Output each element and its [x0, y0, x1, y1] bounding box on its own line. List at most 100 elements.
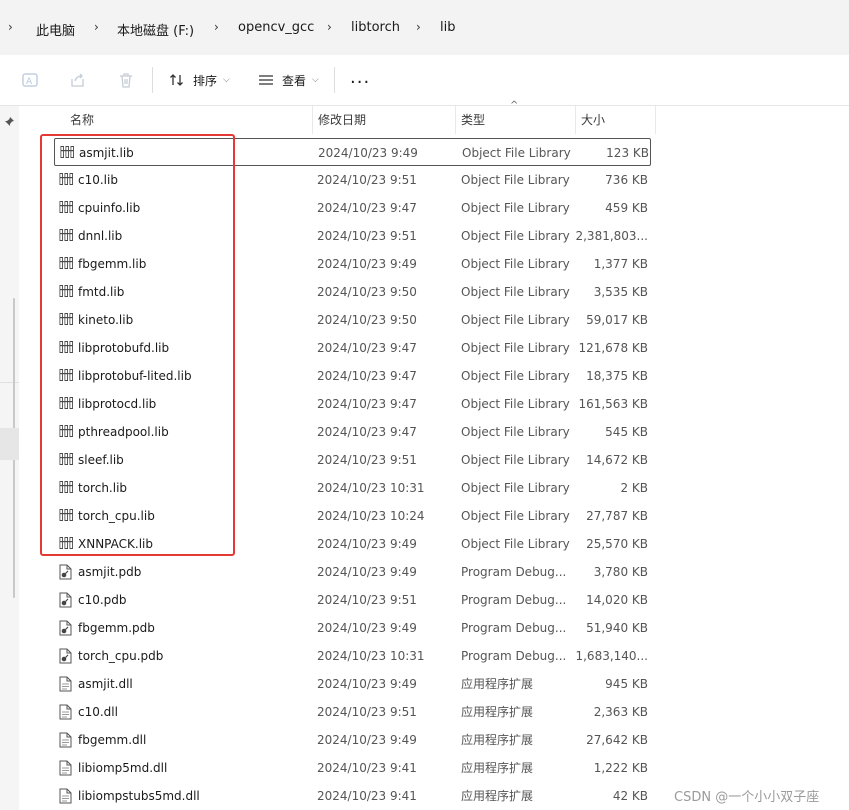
more-options-button[interactable]: ...: [350, 69, 370, 87]
file-date-modified: 2024/10/23 9:49: [318, 146, 418, 160]
nav-selected-item[interactable]: [0, 428, 19, 460]
file-size: 27,787 KB: [586, 509, 648, 523]
dll-icon: [59, 732, 74, 748]
share-icon[interactable]: [67, 69, 89, 91]
file-name: fbgemm.dll: [78, 733, 147, 747]
file-type: 应用程序扩展: [461, 733, 534, 747]
sort-icon: [169, 72, 185, 88]
file-size: 2,363 KB: [593, 705, 648, 719]
address-bar[interactable]: › 此电脑 › 本地磁盘 (F:) › opencv_gcc › libtorc…: [0, 0, 849, 55]
file-size: 3,535 KB: [593, 285, 648, 299]
file-name: libiomp5md.dll: [78, 761, 168, 775]
file-type: Program Debug...: [461, 565, 567, 579]
file-type: Object File Library: [461, 537, 570, 551]
column-divider[interactable]: [455, 106, 456, 134]
file-row[interactable]: libiomp5md.dll 2024/10/23 9:41 应用程序扩展 1,222…: [54, 754, 651, 782]
file-size: 25,570 KB: [586, 537, 648, 551]
file-row[interactable]: c10.dll 2024/10/23 9:51 应用程序扩展 2,363 KB: [54, 698, 651, 726]
file-size: 123 KB: [606, 146, 649, 160]
file-type: Object File Library: [461, 481, 570, 495]
file-row[interactable]: asmjit.pdb 2024/10/23 9:49 Program Debug..…: [54, 558, 651, 586]
file-date-modified: 2024/10/23 9:51: [317, 593, 417, 607]
file-type: Object File Library: [461, 285, 570, 299]
file-row[interactable]: asmjit.dll 2024/10/23 9:49 应用程序扩展 945 KB: [54, 670, 651, 698]
column-divider[interactable]: [312, 106, 313, 134]
file-size: 59,017 KB: [586, 313, 648, 327]
file-name: c10.dll: [78, 705, 118, 719]
sort-label: 排序: [193, 73, 218, 88]
column-divider[interactable]: [655, 106, 656, 134]
column-header-type[interactable]: 类型: [461, 106, 573, 134]
column-header-name[interactable]: 名称: [70, 106, 310, 134]
file-date-modified: 2024/10/23 9:51: [317, 229, 417, 243]
file-date-modified: 2024/10/23 9:47: [317, 369, 417, 383]
column-header-row: 名称 修改日期 类型 大小: [34, 106, 734, 134]
breadcrumb-item-drive-f[interactable]: 本地磁盘 (F:): [117, 20, 194, 39]
pin-icon[interactable]: [4, 116, 15, 130]
file-size: 2,381,803...: [575, 229, 648, 243]
file-size: 14,672 KB: [586, 453, 648, 467]
file-row[interactable]: libiompstubs5md.dll 2024/10/23 9:41 应用程序扩展…: [54, 782, 651, 810]
navigation-pane[interactable]: [0, 106, 19, 810]
chevron-down-icon: ⌵: [312, 75, 319, 85]
file-date-modified: 2024/10/23 10:31: [317, 481, 425, 495]
file-type: Object File Library: [461, 229, 570, 243]
breadcrumb-item-opencv-gcc[interactable]: opencv_gcc: [238, 20, 314, 35]
pdb-icon: [59, 592, 74, 608]
file-date-modified: 2024/10/23 9:51: [317, 173, 417, 187]
command-bar: A 排序 ⌵ 查看 ⌵ ...: [0, 55, 849, 106]
file-type: Object File Library: [461, 201, 570, 215]
file-date-modified: 2024/10/23 9:49: [317, 537, 417, 551]
breadcrumb-item-libtorch[interactable]: libtorch: [351, 20, 400, 35]
file-size: 14,020 KB: [586, 593, 648, 607]
file-size: 1,683,140...: [575, 649, 648, 663]
chevron-right-icon[interactable]: ›: [8, 20, 13, 34]
column-divider[interactable]: [575, 106, 576, 134]
file-date-modified: 2024/10/23 9:47: [317, 201, 417, 215]
file-date-modified: 2024/10/23 9:51: [317, 705, 417, 719]
file-row[interactable]: torch_cpu.pdb 2024/10/23 10:31 Program Deb…: [54, 642, 651, 670]
toolbar-divider: [152, 67, 153, 93]
watermark: CSDN @一个小小双子座: [674, 790, 820, 805]
file-row[interactable]: fbgemm.pdb 2024/10/23 9:49 Program Debug..…: [54, 614, 651, 642]
file-date-modified: 2024/10/23 9:49: [317, 565, 417, 579]
chevron-right-icon[interactable]: ›: [214, 20, 219, 34]
dll-icon: [59, 704, 74, 720]
file-row[interactable]: c10.pdb 2024/10/23 9:51 Program Debug... 14…: [54, 586, 651, 614]
file-date-modified: 2024/10/23 9:49: [317, 733, 417, 747]
breadcrumb-item-lib[interactable]: lib: [440, 20, 455, 35]
file-type: Program Debug...: [461, 649, 567, 663]
file-row[interactable]: fbgemm.dll 2024/10/23 9:49 应用程序扩展 27,642 KB: [54, 726, 651, 754]
breadcrumb-item-this-pc[interactable]: 此电脑: [36, 20, 75, 39]
file-name: torch_cpu.pdb: [78, 649, 164, 663]
column-header-size[interactable]: 大小: [581, 106, 651, 134]
chevron-right-icon[interactable]: ›: [327, 20, 332, 34]
file-date-modified: 2024/10/23 9:47: [317, 341, 417, 355]
file-date-modified: 2024/10/23 9:50: [317, 313, 417, 327]
file-type: Object File Library: [461, 425, 570, 439]
view-label: 查看: [282, 73, 307, 88]
file-type: 应用程序扩展: [461, 677, 534, 691]
sort-button[interactable]: 排序 ⌵: [169, 70, 230, 90]
chevron-right-icon[interactable]: ›: [94, 20, 99, 34]
view-button[interactable]: 查看 ⌵: [258, 70, 319, 90]
file-type: 应用程序扩展: [461, 789, 534, 803]
view-icon: [258, 73, 274, 87]
file-size: 545 KB: [605, 425, 648, 439]
file-size: 3,780 KB: [593, 565, 648, 579]
file-type: Object File Library: [461, 173, 570, 187]
file-name: libiompstubs5md.dll: [78, 789, 200, 803]
file-size: 2 KB: [620, 481, 648, 495]
chevron-right-icon[interactable]: ›: [416, 20, 421, 34]
delete-icon[interactable]: [115, 69, 137, 91]
column-header-date[interactable]: 修改日期: [318, 106, 454, 134]
pdb-icon: [59, 564, 74, 580]
file-type: Object File Library: [461, 397, 570, 411]
toolbar-divider: [334, 67, 335, 93]
file-date-modified: 2024/10/23 9:41: [317, 761, 417, 775]
svg-text:A: A: [26, 77, 33, 87]
file-type: 应用程序扩展: [461, 705, 534, 719]
file-size: 945 KB: [605, 677, 648, 691]
file-name: asmjit.pdb: [78, 565, 142, 579]
rename-icon[interactable]: A: [19, 69, 41, 91]
